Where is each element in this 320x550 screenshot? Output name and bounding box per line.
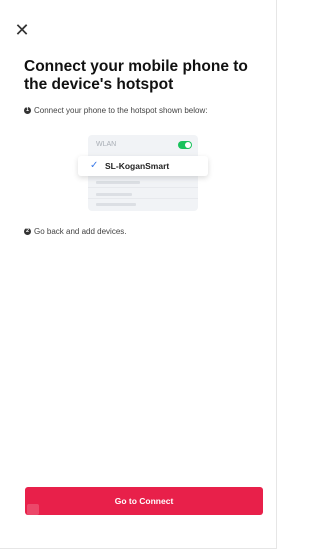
placeholder-network-line [96, 181, 140, 184]
placeholder-divider [88, 198, 198, 199]
page-title: Connect your mobile phone to the device'… [24, 58, 248, 93]
step-number-badge: 1 [24, 107, 31, 114]
wlan-label: WLAN [96, 141, 117, 148]
step-2: 2 Go back and add devices. [24, 227, 127, 236]
button-touch-ripple [27, 504, 39, 515]
step-number-badge: 2 [24, 228, 31, 235]
checkmark-icon: ✓ [90, 160, 99, 171]
go-to-connect-button[interactable]: Go to Connect [25, 487, 263, 515]
hotspot-name: SL-KoganSmart [105, 161, 170, 171]
step-1-text: Connect your phone to the hotspot shown … [34, 106, 208, 115]
selected-hotspot: ✓ SL-KoganSmart [78, 156, 208, 176]
wlan-toggle-icon [178, 141, 192, 149]
placeholder-divider [88, 187, 198, 188]
step-1: 1 Connect your phone to the hotspot show… [24, 106, 207, 115]
step-2-text: Go back and add devices. [34, 227, 127, 236]
placeholder-network-line [96, 203, 136, 206]
close-icon[interactable]: ✕ [12, 20, 32, 40]
placeholder-network-line [96, 193, 132, 196]
go-to-connect-label: Go to Connect [114, 496, 174, 506]
hotspot-connect-screen: ✕ Connect your mobile phone to the devic… [0, 0, 277, 549]
